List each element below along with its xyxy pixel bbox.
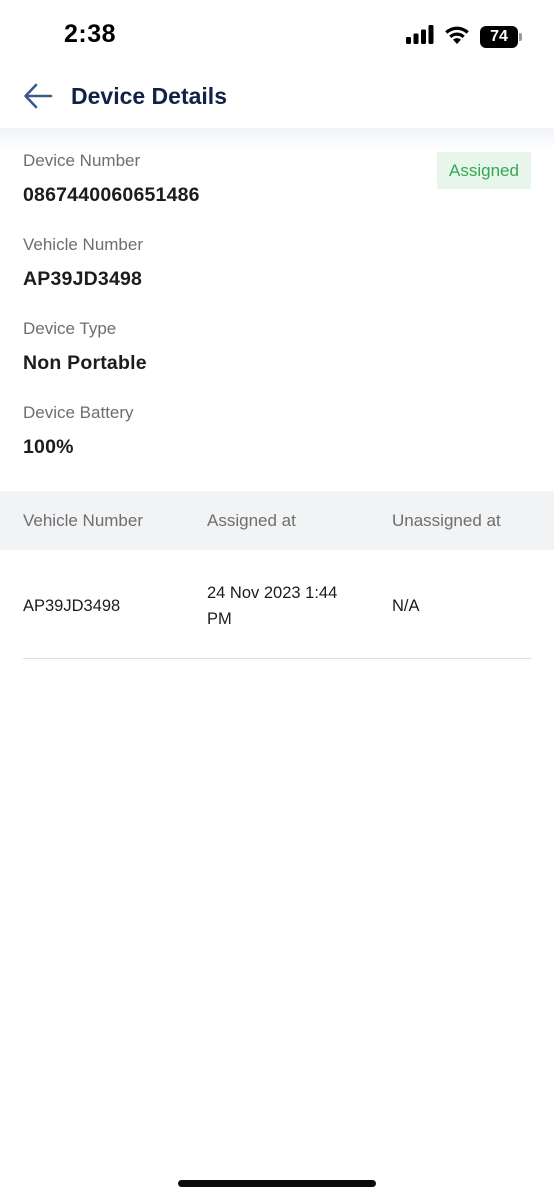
field-label: Device Battery — [23, 403, 134, 422]
device-number-field: Device Number 0867440060651486 — [23, 150, 200, 207]
app-header: Device Details — [0, 70, 554, 128]
vehicle-number-field: Vehicle Number AP39JD3498 — [23, 234, 143, 291]
field-label: Device Number — [23, 151, 141, 170]
arrow-left-icon — [23, 83, 53, 114]
status-bar: 2:38 74 — [0, 0, 554, 70]
field-label: Vehicle Number — [23, 235, 144, 254]
table-header: Vehicle Number Assigned at Unassigned at — [0, 491, 554, 550]
status-icons: 74 — [406, 25, 522, 49]
cell-vehicle-number: AP39JD3498 — [23, 597, 121, 615]
column-header-unassigned-at: Unassigned at — [392, 511, 501, 530]
field-value: 0867440060651486 — [23, 184, 200, 206]
status-time: 2:38 — [64, 20, 117, 48]
back-button[interactable] — [20, 82, 56, 114]
page-title: Device Details — [71, 83, 227, 109]
column-header-vehicle-number: Vehicle Number — [23, 511, 144, 530]
home-indicator[interactable] — [178, 1180, 376, 1187]
field-label: Device Type — [23, 319, 117, 338]
battery-level: 74 — [490, 28, 508, 45]
wifi-icon — [444, 25, 470, 49]
column-header-assigned-at: Assigned at — [207, 511, 296, 530]
device-battery-field: Device Battery 100% — [23, 402, 134, 459]
device-details-screen: 2:38 74 Device Details Assigned Device N… — [0, 0, 554, 1200]
table-row: AP39JD3498 24 Nov 2023 1:44 PM N/A — [23, 550, 531, 659]
cellular-signal-icon — [406, 25, 434, 49]
battery-icon: 74 — [480, 26, 522, 48]
device-details-card: Assigned Device Number 0867440060651486 … — [0, 128, 554, 491]
battery-cap — [519, 33, 522, 41]
field-value: Non Portable — [23, 352, 147, 374]
field-value: 100% — [23, 436, 74, 458]
device-type-field: Device Type Non Portable — [23, 318, 147, 375]
field-value: AP39JD3498 — [23, 268, 143, 290]
cell-unassigned-at: N/A — [392, 597, 420, 615]
status-badge: Assigned — [437, 152, 531, 189]
cell-assigned-at: 24 Nov 2023 1:44 PM — [207, 584, 338, 628]
assignment-history-table: Vehicle Number Assigned at Unassigned at… — [0, 491, 554, 659]
